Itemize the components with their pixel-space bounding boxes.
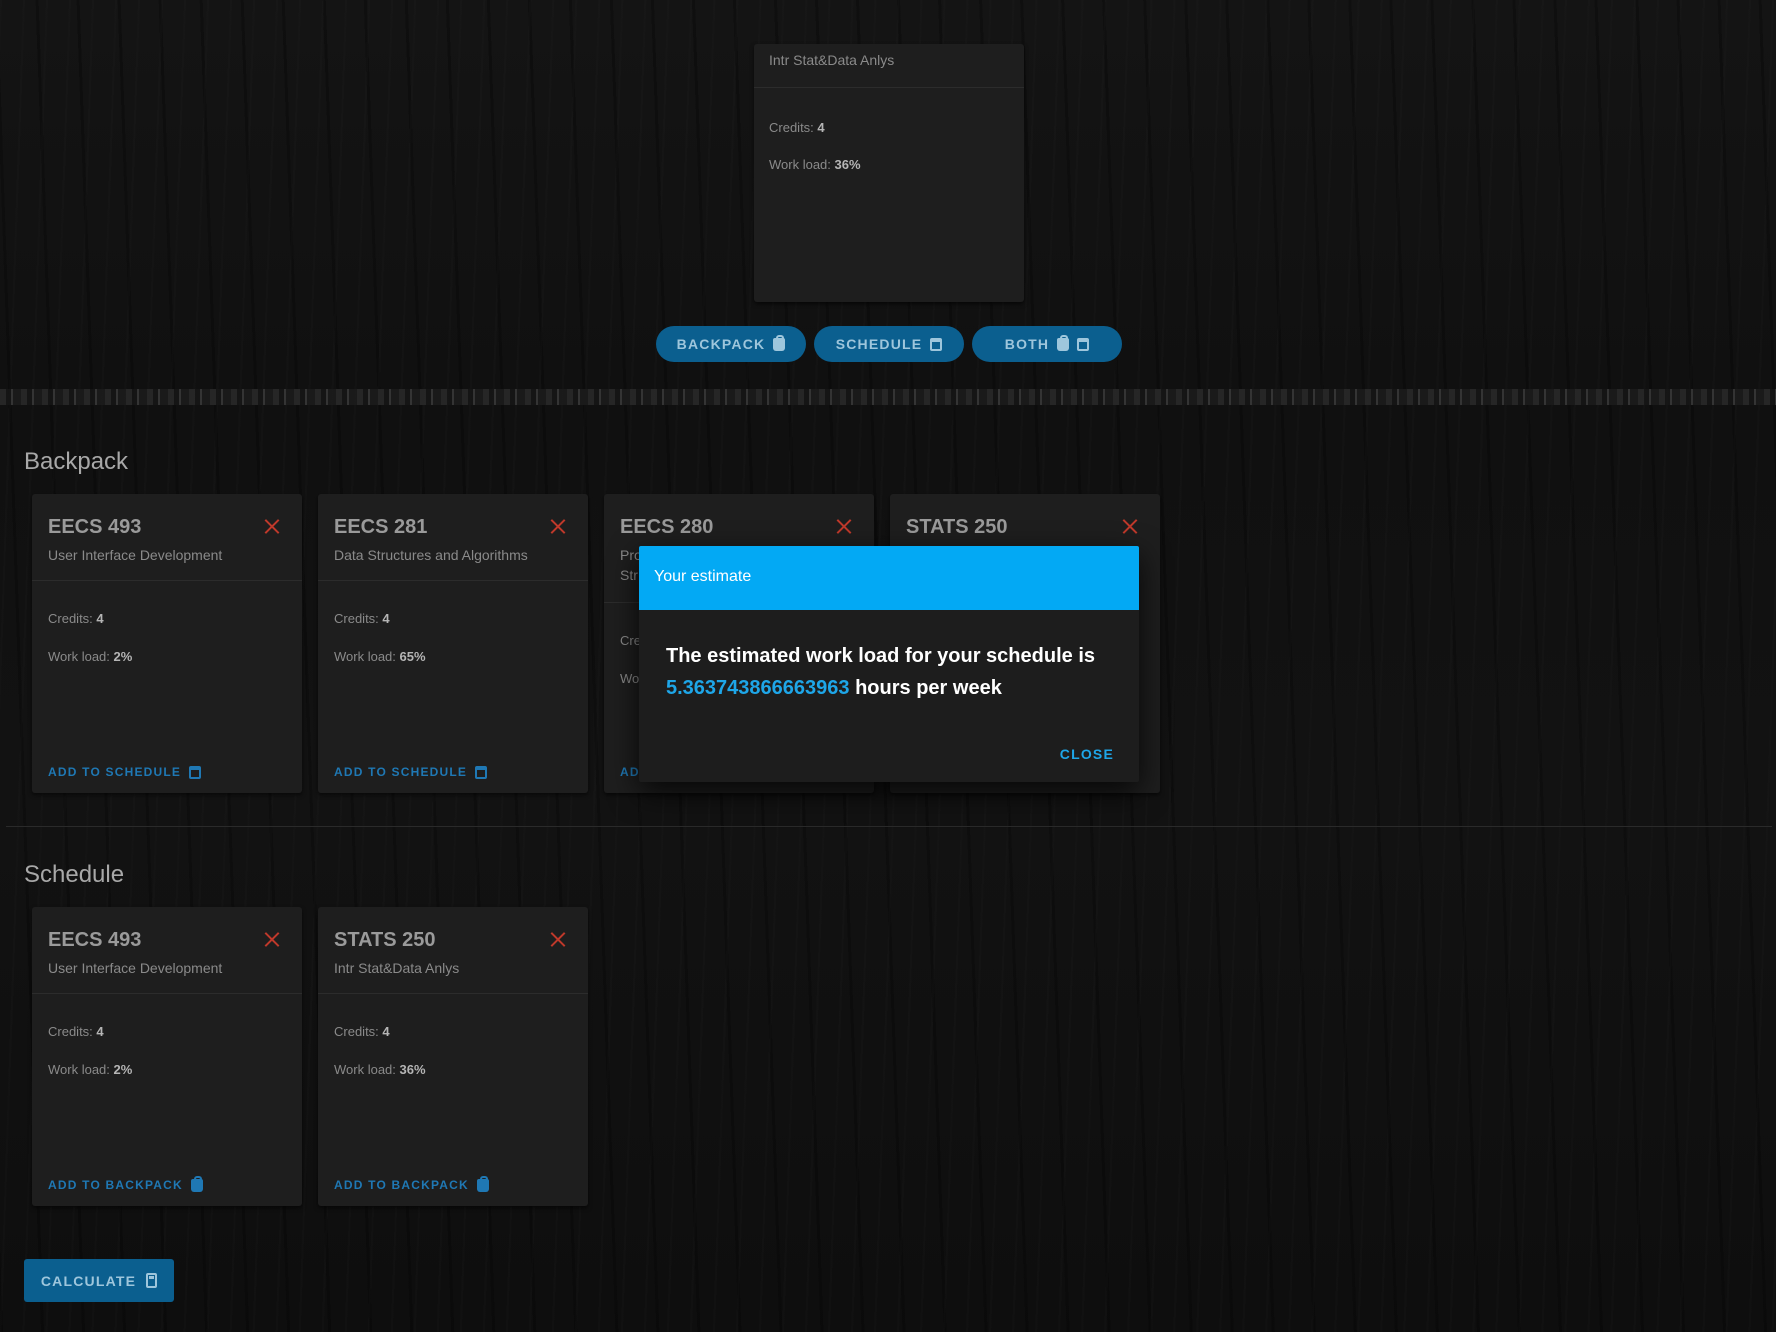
estimate-value: 5.363743866663963 [666,677,850,699]
card-divider [754,87,1024,88]
both-button[interactable]: BOTH [972,326,1122,362]
workload-stat: Work load: 65% [334,649,426,664]
remove-icon[interactable] [1120,516,1140,536]
course-code: EECS 493 [48,516,142,538]
course-title: User Interface Development [48,547,223,563]
course-code: EECS 493 [48,929,142,951]
dialog-title: Your estimate [654,568,752,585]
credits-stat: Cre [620,633,641,648]
top-course-card: Intr Stat&Data Anlys Credits: 4 Work loa… [754,44,1024,302]
remove-icon[interactable] [548,516,568,536]
backpack-heading: Backpack [24,448,129,475]
credits-stat: Credits: 4 [334,611,390,626]
remove-icon[interactable] [548,929,568,949]
credits-stat: Credits: 4 [334,1024,390,1039]
calendar-icon [475,765,488,779]
course-code: EECS 280 [620,516,714,538]
credits-stat: Credits: 4 [48,1024,104,1039]
banner-strip [0,389,1776,405]
remove-icon[interactable] [834,516,854,536]
backpack-icon [476,1175,489,1192]
schedule-heading: Schedule [24,861,125,888]
card-divider [318,993,588,994]
calendar-icon [930,337,943,351]
add-to-schedule-button[interactable]: AD [620,765,640,779]
backpack-button[interactable]: BACKPACK [656,326,806,362]
dialog-message: The estimated work load for your schedul… [666,645,1095,699]
schedule-button[interactable]: SCHEDULE [814,326,964,362]
calculator-icon [146,1273,158,1288]
schedule-card: STATS 250 Intr Stat&Data Anlys Credits: … [318,907,588,1206]
backpack-icon [190,1175,203,1192]
calendar-icon [189,765,202,779]
workload-stat: Wo [620,671,640,686]
add-to-backpack-button[interactable]: ADD TO BACKPACK [334,1175,489,1192]
add-to-backpack-button[interactable]: ADD TO BACKPACK [48,1175,203,1192]
course-title: Intr Stat&Data Anlys [769,52,895,68]
backpack-icon [773,334,786,351]
backpack-icon [1057,334,1070,351]
section-divider [6,826,1772,827]
card-divider [318,580,588,581]
credits-stat: Credits: 4 [48,611,104,626]
credits-stat: Credits: 4 [769,120,825,135]
card-divider [32,993,302,994]
workload-stat: Work load: 36% [334,1062,426,1077]
course-code: EECS 281 [334,516,428,538]
calendar-icon [1077,337,1090,351]
workload-stat: Work load: 36% [769,157,861,172]
close-button[interactable]: CLOSE [1060,746,1114,762]
remove-icon[interactable] [262,516,282,536]
course-code: STATS 250 [906,516,1008,538]
workload-stat: Work load: 2% [48,1062,133,1077]
course-title: Intr Stat&Data Anlys [334,960,460,976]
calculate-button[interactable]: CALCULATE [24,1259,174,1302]
workload-stat: Work load: 2% [48,649,133,664]
backpack-card: EECS 493 User Interface Development Cred… [32,494,302,793]
estimate-dialog: Your estimate The estimated work load fo… [639,546,1139,782]
add-to-schedule-button[interactable]: ADD TO SCHEDULE [334,765,488,779]
schedule-card: EECS 493 User Interface Development Cred… [32,907,302,1206]
course-title: User Interface Development [48,960,223,976]
course-code: STATS 250 [334,929,436,951]
backpack-card: EECS 281 Data Structures and Algorithms … [318,494,588,793]
dialog-header: Your estimate [639,546,1139,610]
remove-icon[interactable] [262,929,282,949]
add-to-schedule-button[interactable]: ADD TO SCHEDULE [48,765,202,779]
course-title: Data Structures and Algorithms [334,547,528,563]
card-divider [32,580,302,581]
